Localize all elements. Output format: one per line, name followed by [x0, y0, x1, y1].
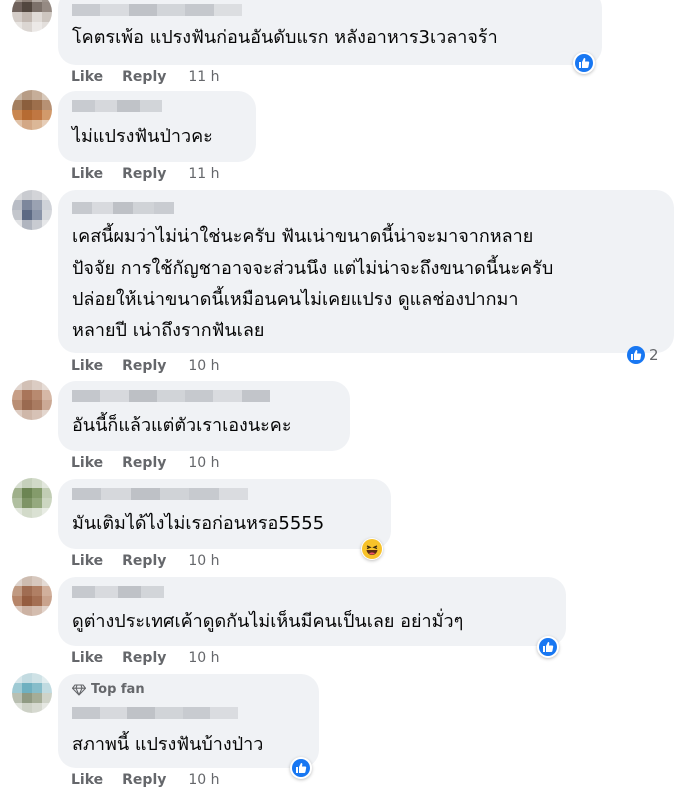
avatar[interactable] — [12, 478, 52, 518]
author-name[interactable] — [72, 390, 270, 402]
reply-button[interactable]: Reply — [122, 455, 166, 471]
reply-button[interactable]: Reply — [122, 772, 166, 788]
comment-text: ปล่อยให้เน่าขนาดนี้เหมือนคนไม่เคยแปรง ดู… — [72, 289, 519, 310]
comment-bubble: Top fan สภาพนี้ แปรงฟันบ้างป่าว — [58, 674, 319, 768]
diamond-icon — [72, 683, 86, 696]
comment-timestamp[interactable]: 10 h — [188, 455, 219, 471]
comment-text: หลายปี เน่าถึงรากฟันเลย — [72, 320, 265, 341]
top-fan-badge[interactable]: Top fan — [72, 682, 145, 697]
comment-bubble: เคสนี้ผมว่าไม่น่าใช่นะครับ ฟันเน่าขนาดนี… — [58, 190, 674, 353]
avatar[interactable] — [12, 0, 52, 32]
author-name[interactable] — [72, 707, 239, 719]
reaction-summary[interactable] — [290, 757, 312, 779]
comment-bubble: โคตรเพ้อ แปรงฟันก่อนอันดับแรก หลังอาหาร3… — [58, 0, 602, 65]
like-button[interactable]: Like — [71, 455, 103, 471]
comment-bubble: ไม่แปรงฟันป่าวคะ — [58, 91, 256, 162]
like-button[interactable]: Like — [71, 166, 103, 182]
comment-text: ดูต่างประเทศเค้าดูดกันไม่เห็นมีคนเป็นเลย… — [72, 611, 464, 632]
avatar[interactable] — [12, 673, 52, 713]
reaction-summary[interactable]: 2 — [625, 344, 665, 366]
like-icon — [575, 54, 593, 72]
avatar[interactable] — [12, 380, 52, 420]
comment-text: เคสนี้ผมว่าไม่น่าใช่นะครับ ฟันเน่าขนาดนี… — [72, 226, 534, 247]
reply-button[interactable]: Reply — [122, 358, 166, 374]
reaction-summary[interactable] — [361, 538, 383, 560]
comment-text: โคตรเพ้อ แปรงฟันก่อนอันดับแรก หลังอาหาร3… — [72, 27, 498, 48]
author-name[interactable] — [72, 202, 175, 214]
comment-actions: Like Reply 10 h — [71, 455, 220, 471]
comment-actions: Like Reply 10 h — [71, 772, 220, 788]
comment-actions: Like Reply 10 h — [71, 650, 220, 666]
comment-actions: Like Reply 10 h — [71, 358, 220, 374]
comment-bubble: มันเติมได้ไงไม่เรอก่อนหรอ5555 — [58, 479, 391, 549]
comment-text: ปัจจัย การใช้กัญชาอาจจะส่วนนึง แต่ไม่น่า… — [72, 258, 554, 279]
comment-timestamp[interactable]: 10 h — [188, 553, 219, 569]
reply-button[interactable]: Reply — [122, 553, 166, 569]
like-button[interactable]: Like — [71, 69, 103, 85]
top-fan-label: Top fan — [91, 682, 145, 697]
avatar[interactable] — [12, 90, 52, 130]
comment-timestamp[interactable]: 10 h — [188, 650, 219, 666]
comment-actions: Like Reply 11 h — [71, 166, 220, 182]
like-icon — [539, 638, 557, 656]
author-name[interactable] — [72, 488, 248, 500]
comment-text: อันนี้ก็แล้วแต่ตัวเราเองนะคะ — [72, 415, 292, 436]
like-icon — [627, 346, 645, 364]
reply-button[interactable]: Reply — [122, 166, 166, 182]
reaction-summary[interactable] — [537, 636, 559, 658]
comment-bubble: อันนี้ก็แล้วแต่ตัวเราเองนะคะ — [58, 381, 350, 451]
like-icon — [292, 759, 310, 777]
comment-actions: Like Reply 10 h — [71, 553, 220, 569]
comment-text: สภาพนี้ แปรงฟันบ้างป่าว — [72, 734, 264, 755]
haha-icon — [362, 539, 382, 559]
comment-text: ไม่แปรงฟันป่าวคะ — [72, 126, 213, 147]
comment-text: มันเติมได้ไงไม่เรอก่อนหรอ5555 — [72, 513, 325, 534]
avatar[interactable] — [12, 576, 52, 616]
reply-button[interactable]: Reply — [122, 69, 166, 85]
reaction-count: 2 — [649, 346, 659, 364]
avatar[interactable] — [12, 190, 52, 230]
comment-timestamp[interactable]: 11 h — [188, 69, 219, 85]
reply-button[interactable]: Reply — [122, 650, 166, 666]
reaction-summary[interactable] — [573, 52, 595, 74]
like-button[interactable]: Like — [71, 358, 103, 374]
comment-timestamp[interactable]: 10 h — [188, 358, 219, 374]
comment-timestamp[interactable]: 10 h — [188, 772, 219, 788]
comment-bubble: ดูต่างประเทศเค้าดูดกันไม่เห็นมีคนเป็นเลย… — [58, 577, 566, 646]
comment-actions: Like Reply 11 h — [71, 69, 220, 85]
author-name[interactable] — [72, 4, 242, 16]
comment-timestamp[interactable]: 11 h — [188, 166, 219, 182]
author-name[interactable] — [72, 586, 164, 598]
like-button[interactable]: Like — [71, 553, 103, 569]
like-button[interactable]: Like — [71, 650, 103, 666]
like-button[interactable]: Like — [71, 772, 103, 788]
author-name[interactable] — [72, 100, 162, 112]
